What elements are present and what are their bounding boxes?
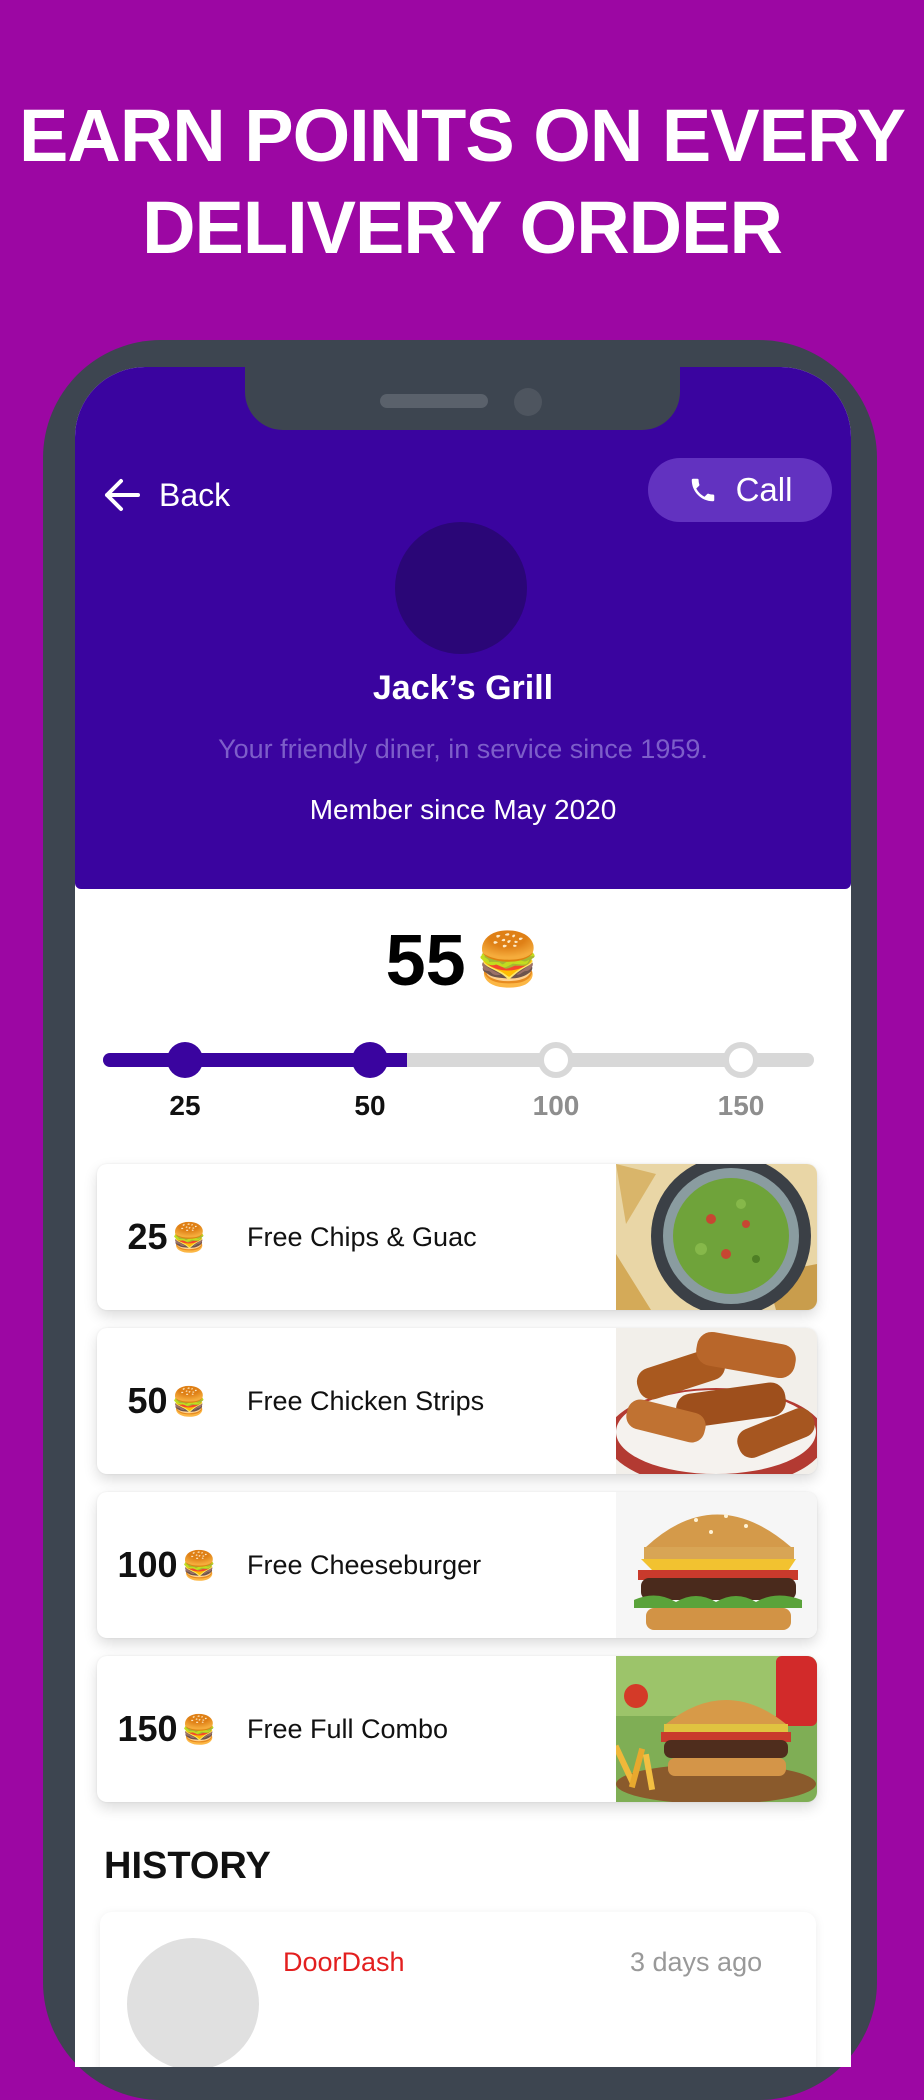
reward-points-value: 150 bbox=[117, 1708, 178, 1749]
burger-icon: 🍔 bbox=[171, 1385, 207, 1417]
business-name: Jack’s Grill bbox=[372, 669, 554, 707]
arrow-left-icon bbox=[105, 479, 140, 511]
milestone-dot-50 bbox=[352, 1042, 388, 1078]
reward-image-chips-guac bbox=[616, 1164, 817, 1310]
phone-icon bbox=[691, 478, 714, 502]
reward-points-value: 100 bbox=[117, 1544, 178, 1585]
call-button[interactable]: Call bbox=[648, 458, 832, 522]
headline-line-2: DELIVERY ORDER bbox=[142, 186, 783, 269]
milestone-dot-150 bbox=[723, 1042, 759, 1078]
milestone-dot-25 bbox=[167, 1042, 203, 1078]
milestone-label-150: 150 bbox=[717, 1090, 765, 1121]
reward-card[interactable]: 25 🍔 Free Chips & Guac bbox=[97, 1164, 817, 1310]
history-avatar bbox=[127, 1938, 259, 2067]
burger-icon: 🍔 bbox=[475, 931, 541, 989]
milestone-dot-100 bbox=[538, 1042, 574, 1078]
points-value: 55 bbox=[385, 921, 466, 1001]
phone-screen: Back Call Jack’s Grill Your friendly din… bbox=[75, 367, 851, 2067]
reward-image-cheeseburger bbox=[616, 1492, 817, 1638]
call-label: Call bbox=[735, 471, 793, 508]
points-balance: 55 🍔 bbox=[75, 920, 851, 1002]
reward-label: Free Chicken Strips bbox=[247, 1385, 485, 1416]
milestone-label-25: 25 bbox=[169, 1090, 201, 1121]
reward-points: 150 🍔 bbox=[97, 1656, 237, 1802]
milestone-label-50: 50 bbox=[354, 1090, 386, 1121]
headline-line-1: EARN POINTS ON EVERY bbox=[19, 94, 906, 177]
phone-speaker bbox=[380, 394, 488, 408]
back-label: Back bbox=[159, 476, 231, 513]
reward-image-full-combo bbox=[616, 1656, 817, 1802]
reward-label: Free Chips & Guac bbox=[247, 1221, 477, 1252]
burger-icon: 🍔 bbox=[181, 1713, 217, 1745]
reward-card[interactable]: 50 🍔 Free Chicken Strips bbox=[97, 1328, 817, 1474]
history-source: DoorDash bbox=[283, 1947, 405, 1977]
reward-image-chicken-strips bbox=[616, 1328, 817, 1474]
burger-icon: 🍔 bbox=[171, 1221, 207, 1253]
burger-icon: 🍔 bbox=[181, 1549, 217, 1581]
back-button[interactable]: Back bbox=[103, 475, 230, 515]
phone-camera bbox=[514, 388, 542, 416]
business-avatar bbox=[395, 522, 527, 654]
reward-card[interactable]: 150 🍔 Free Full Combo bbox=[97, 1656, 817, 1802]
member-since: Member since May 2020 bbox=[309, 794, 617, 825]
reward-points: 25 🍔 bbox=[97, 1164, 237, 1310]
reward-points-value: 25 bbox=[127, 1216, 168, 1257]
reward-card[interactable]: 100 🍔 Free Cheeseburger bbox=[97, 1492, 817, 1638]
history-title: HISTORY bbox=[104, 1845, 271, 1887]
business-tagline: Your friendly diner, in service since 19… bbox=[218, 734, 708, 764]
business-header: Back Call Jack’s Grill Your friendly din… bbox=[75, 367, 851, 889]
history-time: 3 days ago bbox=[630, 1947, 763, 1977]
reward-points: 50 🍔 bbox=[97, 1328, 237, 1474]
reward-label: Free Cheeseburger bbox=[247, 1549, 482, 1580]
milestone-label-100: 100 bbox=[532, 1090, 580, 1121]
reward-points-value: 50 bbox=[127, 1380, 168, 1421]
reward-points: 100 🍔 bbox=[97, 1492, 237, 1638]
headline: EARN POINTS ON EVERY DELIVERY ORDER bbox=[0, 90, 924, 274]
reward-label: Free Full Combo bbox=[247, 1713, 449, 1744]
